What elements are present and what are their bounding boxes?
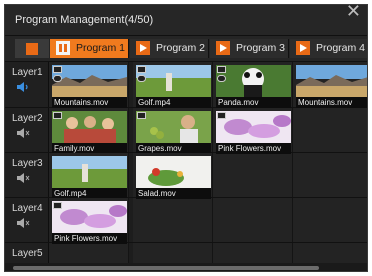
- empty-cell[interactable]: [213, 243, 293, 263]
- tab-program-1[interactable]: Program 1: [50, 39, 129, 58]
- play-icon: [296, 41, 310, 55]
- tab-program-2[interactable]: Program 2: [130, 39, 209, 58]
- clip-thumbnail: [136, 65, 211, 97]
- layer-label: Layer3: [12, 158, 43, 169]
- play-icon: [216, 41, 230, 55]
- stop-icon: [26, 43, 38, 55]
- layer-label: Layer1: [12, 67, 43, 78]
- layer-grid: Layer1 Layer2 Layer3 Layer4 Layer5 Mount…: [5, 62, 367, 263]
- clip-thumbnail: [296, 65, 367, 97]
- speaker-on-icon[interactable]: [16, 82, 30, 92]
- clip-label: Golf.mp4: [136, 97, 211, 108]
- clip-cell[interactable]: Mountains.mov: [49, 62, 129, 108]
- title-bar: Program Management(4/50) ✕: [5, 5, 367, 36]
- clip-label: Salad.mov: [136, 188, 211, 199]
- tab-label: Program 4: [316, 42, 366, 54]
- close-icon[interactable]: ✕: [346, 5, 361, 20]
- scrollbar-thumb[interactable]: [13, 266, 319, 270]
- clip-cell[interactable]: Golf.mp4: [49, 153, 129, 199]
- stop-button[interactable]: [15, 39, 49, 58]
- tab-program-4[interactable]: Program 4: [290, 39, 367, 58]
- empty-cell[interactable]: [133, 198, 213, 242]
- clip-cell[interactable]: Golf.mp4: [133, 62, 213, 108]
- clip-label: Mountains.mov: [296, 97, 367, 108]
- tab-label: Program 3: [236, 42, 286, 54]
- clip-label: Pink Flowers.mov: [52, 233, 127, 244]
- layer-label: Layer4: [12, 203, 43, 214]
- layer-1-header[interactable]: Layer1: [5, 62, 49, 107]
- clip-thumbnail: [216, 111, 291, 143]
- layer-label: Layer5: [12, 248, 43, 259]
- clip-cell[interactable]: Mountains.mov: [293, 62, 367, 108]
- speaker-muted-icon[interactable]: [16, 173, 30, 183]
- empty-cell[interactable]: [293, 153, 367, 197]
- layer-2-header[interactable]: Layer2: [5, 108, 49, 152]
- clip-label: Pink Flowers.mov: [216, 143, 291, 154]
- layer-3-header[interactable]: Layer3: [5, 153, 49, 197]
- clip-label: Panda.mov: [216, 97, 291, 108]
- speaker-muted-icon[interactable]: [16, 218, 30, 228]
- empty-cell[interactable]: [49, 243, 129, 263]
- program-management-panel: Program Management(4/50) ✕ Program 1 Pro…: [4, 4, 368, 272]
- program-tabs: Program 1 Program 2 Program 3 Program 4: [5, 36, 367, 62]
- window-title: Program Management(4/50): [15, 14, 154, 26]
- clip-label: Mountains.mov: [52, 97, 127, 108]
- clip-thumbnail: [216, 65, 291, 97]
- tab-program-3[interactable]: Program 3: [210, 39, 289, 58]
- clip-thumbnail: [52, 201, 127, 233]
- tab-label: Program 2: [156, 42, 206, 54]
- speaker-muted-icon[interactable]: [16, 128, 30, 138]
- clip-cell[interactable]: Pink Flowers.mov: [49, 198, 129, 244]
- clip-cell[interactable]: Panda.mov: [213, 62, 293, 108]
- empty-cell[interactable]: [213, 153, 293, 197]
- tab-label: Program 1: [76, 42, 126, 54]
- empty-cell[interactable]: [213, 198, 293, 242]
- clip-thumbnail: [136, 111, 211, 143]
- horizontal-scrollbar[interactable]: [5, 263, 367, 271]
- play-icon: [136, 41, 150, 55]
- empty-cell[interactable]: [293, 198, 367, 242]
- clip-thumbnail: [52, 156, 127, 188]
- clip-cell[interactable]: Pink Flowers.mov: [213, 108, 293, 154]
- clip-cell[interactable]: Grapes.mov: [133, 108, 213, 154]
- layer-4-header[interactable]: Layer4: [5, 198, 49, 242]
- layer-label: Layer2: [12, 113, 43, 124]
- pause-icon: [56, 41, 70, 55]
- clip-thumbnail: [52, 65, 127, 97]
- clip-cell[interactable]: Salad.mov: [133, 153, 213, 199]
- empty-cell[interactable]: [133, 243, 213, 263]
- empty-cell[interactable]: [293, 108, 367, 152]
- clip-cell[interactable]: Family.mov: [49, 108, 129, 154]
- clip-thumbnail: [136, 156, 211, 188]
- empty-cell[interactable]: [293, 243, 367, 263]
- clip-thumbnail: [52, 111, 127, 143]
- layer-5-header[interactable]: Layer5: [5, 243, 49, 263]
